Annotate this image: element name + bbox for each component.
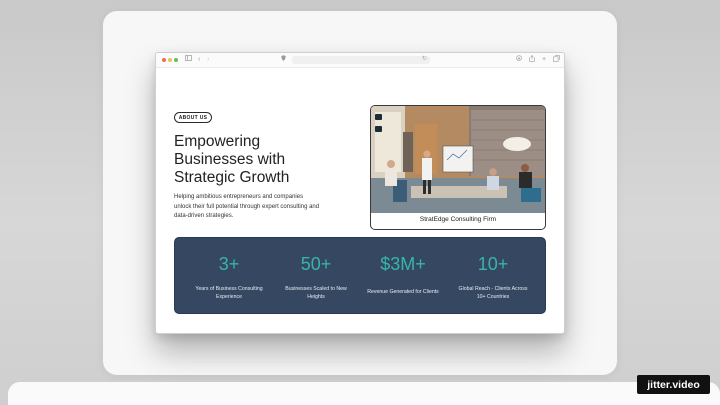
reload-icon[interactable]: ↻ [422,55,427,62]
headline-line: Strategic Growth [174,169,290,186]
headline-line: Empowering [174,133,261,150]
description-line: unlock their full potential through expe… [174,203,320,210]
share-icon[interactable] [529,55,535,66]
zoom-window-button[interactable] [174,58,178,62]
stat-value: 50+ [300,254,332,274]
stat-label-line: Years of Business Consulting [195,286,263,292]
stat-label-line: Businesses Scaled to New [285,286,347,292]
close-window-button[interactable] [162,58,166,62]
stat-label: Revenue Generated for Clients [363,288,443,296]
stat-label-line: Revenue Generated for Clients [367,289,439,295]
download-icon[interactable] [516,55,522,65]
stat-value: 10+ [477,254,509,274]
hero-headline: Empowering Businesses with Strategic Gro… [174,133,344,187]
stat-label: Years of Business Consulting Experience [189,285,269,301]
browser-toolbar: ‹ › ↻ + [156,53,564,68]
hero-description: Helping ambitious entrepreneurs and comp… [174,193,350,222]
stat-value: $3M+ [380,254,426,274]
team-photo-card: StratEdge Consulting Firm [370,105,546,230]
headline-line: Businesses with [174,151,286,168]
stats-panel: 3+ Years of Business Consulting Experien… [174,237,546,314]
team-meeting-photo [371,106,545,213]
shield-icon[interactable] [281,55,286,65]
sidebar-icon[interactable] [185,55,192,65]
description-line: data-driven strategies. [174,213,234,219]
stat-value: 3+ [218,254,240,274]
stat-label-line: Global Reach - Clients Across [458,286,528,292]
photo-caption: StratEdge Consulting Firm [419,216,497,223]
jitter-watermark: jitter.video [637,375,710,394]
tabs-icon[interactable] [553,55,560,66]
description-line: Helping ambitious entrepreneurs and comp… [174,194,304,200]
stat-label-line: 10+ Countries [476,294,510,300]
stat-label: Global Reach - Clients Across 10+ Countr… [453,285,533,301]
next-slide-card [8,382,720,405]
address-bar[interactable]: ↻ [292,56,430,64]
stat-label-line: Experience [216,294,242,300]
minimize-window-button[interactable] [168,58,172,62]
stat-label: Businesses Scaled to New Heights [276,285,356,301]
plus-icon[interactable]: + [542,55,546,65]
chevron-right-icon[interactable]: › [207,55,209,65]
stat-label-line: Heights [307,294,325,300]
about-us-badge: ABOUT US [174,112,212,123]
chevron-left-icon[interactable]: ‹ [198,55,200,65]
